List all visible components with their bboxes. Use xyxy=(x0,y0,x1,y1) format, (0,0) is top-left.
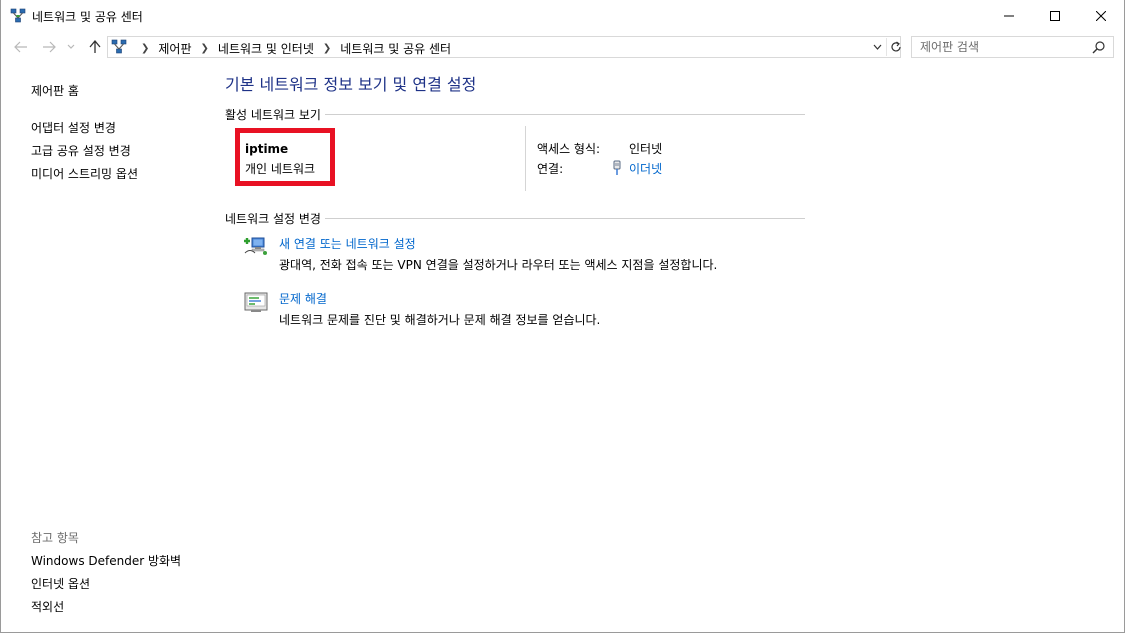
access-type-label: 액세스 형식: xyxy=(537,142,601,156)
minimize-button[interactable] xyxy=(986,0,1032,31)
refresh-icon xyxy=(891,41,901,52)
internet-options-link[interactable]: 인터넷 옵션 xyxy=(31,575,90,592)
advanced-sharing-link[interactable]: 고급 공유 설정 변경 xyxy=(31,142,131,159)
search-icon[interactable] xyxy=(1092,40,1106,54)
refresh-button[interactable] xyxy=(886,38,903,56)
forward-arrow-icon xyxy=(43,41,56,53)
close-icon xyxy=(1096,10,1106,21)
breadcrumb-item-network-internet[interactable]: 네트워크 및 인터넷 xyxy=(218,40,314,57)
navigation-bar: ❯ 제어판 ❯ 네트워크 및 인터넷 ❯ 네트워크 및 공유 센터 xyxy=(1,31,1124,63)
breadcrumb-separator[interactable]: ❯ xyxy=(323,43,331,54)
connection-label: 연결: xyxy=(537,162,564,176)
chevron-down-icon xyxy=(67,44,75,49)
troubleshoot-icon xyxy=(244,292,268,312)
up-button[interactable] xyxy=(86,38,104,56)
main-content: 기본 네트워크 정보 보기 및 연결 설정 활성 네트워크 보기 iptime … xyxy=(213,63,1113,632)
left-pane: 제어판 홈 어댑터 설정 변경 고급 공유 설정 변경 미디어 스트리밍 옵션 … xyxy=(1,63,213,632)
defender-firewall-link[interactable]: Windows Defender 방화벽 xyxy=(31,552,181,569)
close-button[interactable] xyxy=(1078,0,1124,31)
network-type: 개인 네트워크 xyxy=(245,162,316,176)
section-heading: 활성 네트워크 보기 xyxy=(225,106,325,123)
minimize-icon xyxy=(1004,15,1014,16)
title-bar: 네트워크 및 공유 센터 xyxy=(1,0,1124,31)
section-heading: 네트워크 설정 변경 xyxy=(225,210,325,227)
window: 네트워크 및 공유 센터 ❯ 제어판 ❯ 네트워크 및 인터넷 ❯ 네트워크 및… xyxy=(0,0,1125,633)
breadcrumb-separator[interactable]: ❯ xyxy=(201,43,209,54)
ethernet-connection-link[interactable]: 이더넷 xyxy=(629,160,662,177)
divider xyxy=(525,126,526,191)
active-networks-section: 활성 네트워크 보기 xyxy=(225,106,805,123)
network-name: iptime xyxy=(245,142,289,156)
new-connection-link[interactable]: 새 연결 또는 네트워크 설정 xyxy=(279,235,416,252)
recent-locations-button[interactable] xyxy=(65,38,77,56)
ethernet-icon xyxy=(613,160,621,175)
adapter-settings-link[interactable]: 어댑터 설정 변경 xyxy=(31,119,116,136)
maximize-button[interactable] xyxy=(1032,0,1078,31)
breadcrumb: ❯ 제어판 ❯ 네트워크 및 인터넷 ❯ 네트워크 및 공유 센터 xyxy=(132,40,451,57)
media-streaming-link[interactable]: 미디어 스트리밍 옵션 xyxy=(31,165,138,182)
breadcrumb-item-network-sharing[interactable]: 네트워크 및 공유 센터 xyxy=(340,40,451,57)
address-bar[interactable]: ❯ 제어판 ❯ 네트워크 및 인터넷 ❯ 네트워크 및 공유 센터 xyxy=(107,36,901,58)
maximize-icon xyxy=(1050,10,1060,21)
network-icon xyxy=(10,8,26,23)
breadcrumb-separator[interactable]: ❯ xyxy=(141,43,149,54)
troubleshoot-link[interactable]: 문제 해결 xyxy=(279,290,327,307)
back-arrow-icon xyxy=(14,41,27,53)
see-also-heading: 참고 항목 xyxy=(31,531,79,545)
new-connection-icon xyxy=(244,237,267,255)
search-box xyxy=(911,36,1114,58)
back-button[interactable] xyxy=(12,38,30,56)
address-history-button[interactable] xyxy=(870,40,884,54)
infrared-link[interactable]: 적외선 xyxy=(31,598,64,615)
troubleshoot-description: 네트워크 문제를 진단 및 해결하거나 문제 해결 정보를 얻습니다. xyxy=(279,313,601,327)
change-settings-section: 네트워크 설정 변경 xyxy=(225,210,805,227)
network-icon xyxy=(111,39,127,54)
up-arrow-icon xyxy=(89,40,101,53)
control-panel-home-link[interactable]: 제어판 홈 xyxy=(31,82,79,99)
window-title: 네트워크 및 공유 센터 xyxy=(32,10,143,24)
highlight-box xyxy=(235,128,335,186)
forward-button[interactable] xyxy=(40,38,58,56)
breadcrumb-item-control-panel[interactable]: 제어판 xyxy=(158,40,191,57)
chevron-down-icon xyxy=(873,44,881,50)
search-input[interactable] xyxy=(920,39,1085,55)
page-title: 기본 네트워크 정보 보기 및 연결 설정 xyxy=(225,75,477,94)
new-connection-description: 광대역, 전화 접속 또는 VPN 연결을 설정하거나 라우터 또는 액세스 지… xyxy=(279,258,718,272)
access-type-value: 인터넷 xyxy=(629,142,663,156)
